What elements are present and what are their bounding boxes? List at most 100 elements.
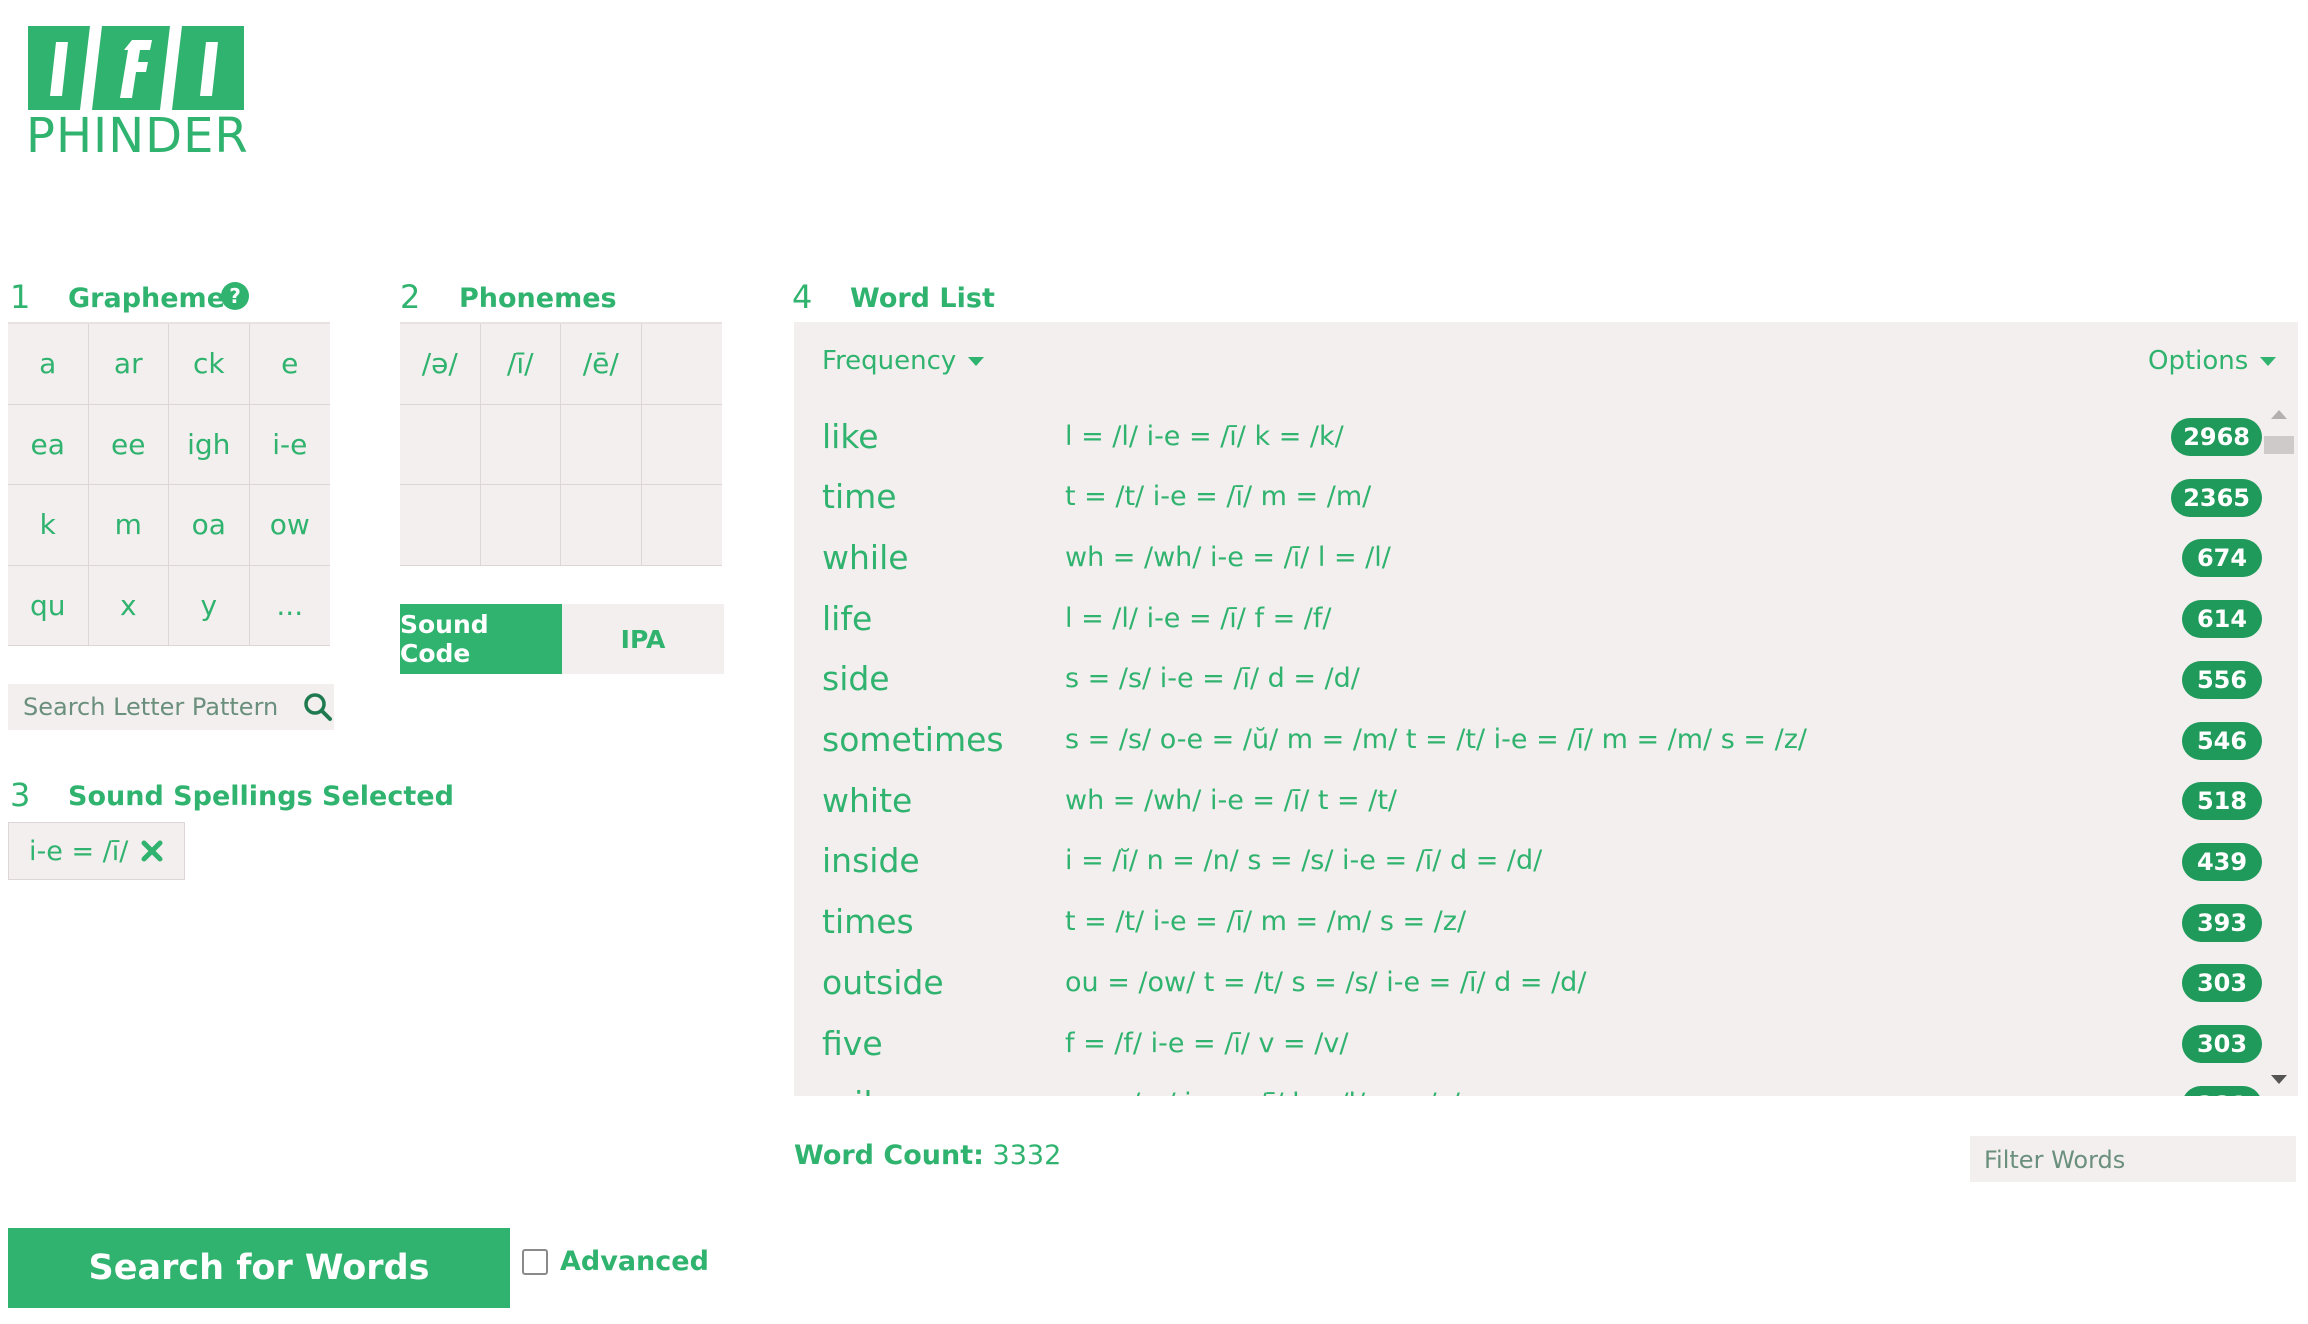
remove-icon[interactable] [140, 839, 164, 863]
word-spelling: f = /f/ i-e = /ī/ v = /v/ [1065, 1027, 1349, 1059]
word-spelling: l = /l/ i-e = /ī/ k = /k/ [1065, 420, 1344, 452]
word-text: while [822, 537, 909, 577]
filter-words-box [1970, 1136, 2296, 1184]
frequency-badge: 303 [2182, 964, 2262, 1003]
word-row[interactable]: five f = /f/ i-e = /ī/ v = /v/303 [822, 1013, 2262, 1073]
phoneme-grid: /ə//ī//ē/ [400, 322, 722, 566]
phoneme-cell[interactable] [480, 485, 561, 566]
word-list-section-number: 4 [792, 278, 813, 316]
word-text: life [822, 598, 873, 638]
word-spelling: s = /s/ o-e = /ŭ/ m = /m/ t = /t/ i-e = … [1065, 724, 1807, 755]
advanced-checkbox[interactable] [522, 1248, 548, 1275]
grapheme-cell[interactable]: i-e [249, 405, 330, 485]
word-row[interactable]: white wh = /wh/ i-e = /ī/ t = /t/518 [822, 770, 2262, 830]
grapheme-cell[interactable]: e [249, 324, 330, 405]
ipa-button[interactable]: IPA [562, 604, 724, 674]
word-row[interactable]: outside ou = /ow/ t = /t/ s = /s/ i-e = /… [822, 952, 2262, 1012]
frequency-badge: 303 [2182, 1025, 2262, 1063]
word-row[interactable]: while wh = /wh/ i-e = /ī/ l = /l/674 [822, 527, 2262, 587]
frequency-badge: 614 [2182, 600, 2262, 639]
phoneme-cell[interactable] [561, 404, 642, 486]
selected-spelling-chip: i-e = /ī/ [8, 822, 186, 880]
phonemes-section-number: 2 [400, 278, 421, 316]
grapheme-cell[interactable]: oa [169, 485, 250, 566]
word-row[interactable]: milesm = /m/ i-e = /ī/ l = /l/ s = /z/28… [822, 1074, 2262, 1096]
filter-words-input[interactable] [1970, 1136, 2286, 1184]
word-spelling: m = /m/ i-e = /ī/ l = /l/ s = /z/ [1065, 1088, 2262, 1096]
word-spelling: l = /l/ i-e = /ī/ f = /f/ [1065, 602, 1332, 634]
phoneme-cell[interactable]: /ē/ [561, 324, 642, 405]
svg-text:?: ? [229, 284, 241, 308]
word-text: inside [822, 841, 920, 881]
sort-dropdown-label: Frequency [822, 346, 957, 376]
grapheme-cell[interactable]: y [169, 565, 250, 646]
word-text: side [822, 659, 890, 699]
selected-section-number: 3 [10, 776, 31, 814]
scrollbar-thumb[interactable] [2264, 436, 2294, 454]
word-row[interactable]: times t = /t/ i-e = /ī/ m = /m/ s = /z/39… [822, 892, 2262, 952]
word-row[interactable]: side s = /s/ i-e = /ī/ d = /d/556 [822, 649, 2262, 709]
grapheme-cell[interactable]: ... [249, 566, 330, 646]
search-for-words-button[interactable]: Search for Words [8, 1228, 510, 1308]
word-spelling: wh = /wh/ i-e = /ī/ t = /t/ [1065, 784, 1398, 816]
word-row[interactable]: inside i = /ĭ/ n = /n/ s = /s/ i-e = /ī/ … [822, 831, 2262, 891]
scroll-down-icon[interactable] [2271, 1075, 2287, 1084]
word-list-scrollbar[interactable] [2264, 410, 2294, 1090]
frequency-badge: 2365 [2171, 478, 2262, 517]
grapheme-cell[interactable]: qu [8, 565, 89, 646]
phoneme-cell[interactable] [480, 404, 561, 486]
word-list-section-title: Word List [850, 283, 995, 314]
phoneme-notation-toggle: Sound Code IPA [400, 604, 724, 674]
selected-spelling-label: i-e = /ī/ [29, 835, 129, 867]
grapheme-cell[interactable]: x [88, 565, 169, 646]
grapheme-cell[interactable]: ee [88, 404, 169, 485]
phoneme-cell[interactable] [561, 485, 642, 566]
options-dropdown[interactable]: Options [2148, 346, 2277, 376]
phoneme-cell[interactable] [400, 485, 481, 566]
grapheme-cell[interactable]: k [8, 485, 89, 566]
graphemes-section-title: Graphemes [68, 283, 242, 314]
letter-pattern-input[interactable] [8, 692, 295, 722]
word-spelling: wh = /wh/ i-e = /ī/ l = /l/ [1065, 541, 1391, 573]
grapheme-cell[interactable]: ar [88, 324, 169, 405]
frequency-badge: 546 [2182, 721, 2262, 760]
word-spelling: t = /t/ i-e = /ī/ m = /m/ s = /z/ [1065, 906, 1467, 938]
grapheme-grid: a ar ck e ea ee igh i-e k m oa ow qu x y... [8, 322, 330, 646]
grapheme-cell[interactable]: ck [169, 324, 250, 405]
frequency-badge: 439 [2182, 842, 2262, 881]
help-icon[interactable]: ? [221, 282, 249, 310]
grapheme-cell[interactable]: ea [8, 404, 89, 485]
word-row[interactable]: time t = /t/ i-e = /ī/ m = /m/2365 [822, 467, 2262, 527]
advanced-label: Advanced [560, 1246, 709, 1277]
word-count-value: 3332 [992, 1140, 1062, 1171]
word-text: like [822, 416, 879, 456]
phoneme-cell[interactable] [400, 404, 481, 486]
word-spelling: s = /s/ i-e = /ī/ d = /d/ [1065, 663, 1360, 695]
word-row[interactable]: like l = /l/ i-e = /ī/ k = /k/2968 [822, 406, 2262, 466]
caret-down-icon [968, 356, 985, 366]
phoneme-cell[interactable] [641, 485, 722, 566]
word-spelling: ou = /ow/ t = /t/ s = /s/ i-e = /ī/ d = … [1065, 966, 1587, 998]
phoneme-cell[interactable] [641, 405, 722, 486]
grapheme-cell[interactable]: igh [169, 404, 250, 485]
grapheme-cell[interactable]: m [88, 485, 169, 566]
frequency-badge: 281 [2182, 1085, 2262, 1096]
phoneme-cell[interactable] [641, 324, 722, 405]
sort-dropdown[interactable]: Frequency [822, 346, 985, 376]
word-text: white [822, 780, 913, 820]
sound-code-button[interactable]: Sound Code [400, 604, 562, 674]
scroll-up-icon[interactable] [2271, 410, 2287, 419]
grapheme-cell[interactable]: ow [249, 485, 330, 566]
advanced-option[interactable]: Advanced [522, 1246, 709, 1277]
phoneme-cell[interactable]: /ə/ [400, 324, 481, 405]
frequency-badge: 2968 [2171, 418, 2262, 456]
frequency-badge: 393 [2182, 903, 2262, 942]
word-count: Word Count: 3332 [794, 1140, 1061, 1171]
phoneme-cell[interactable]: /ī/ [480, 324, 561, 405]
grapheme-cell[interactable]: a [8, 324, 89, 405]
word-row[interactable]: life l = /l/ i-e = /ī/ f = /f/614 [822, 588, 2262, 648]
logo-icon [28, 26, 244, 110]
selected-section-title: Sound Spellings Selected [68, 781, 454, 812]
search-icon[interactable] [303, 692, 333, 722]
word-row[interactable]: sometimes s = /s/ o-e = /ŭ/ m = /m/ t = /… [822, 710, 2262, 770]
